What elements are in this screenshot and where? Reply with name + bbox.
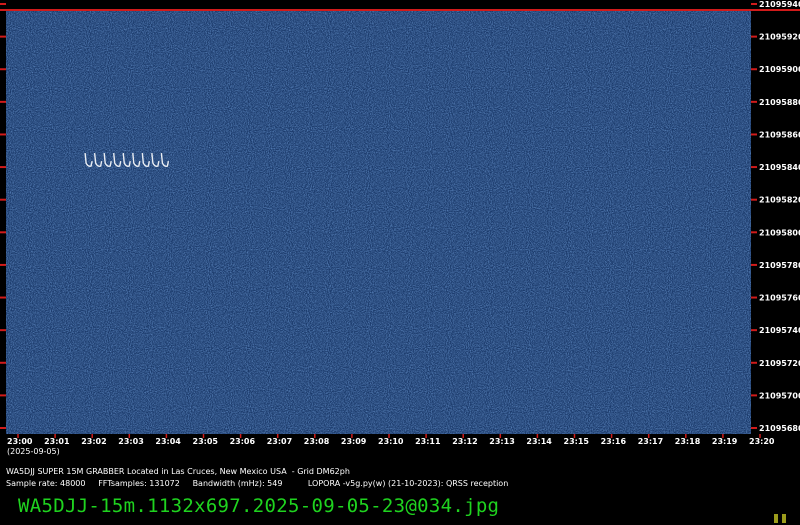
x-tick-label: 23:17	[638, 437, 663, 446]
filename-label: WA5DJJ-15m.1132x697.2025-09-05-23@034.jp…	[18, 495, 500, 517]
caption-parameters: Sample rate: 48000 FFTsamples: 131072 Ba…	[6, 479, 509, 488]
y-tick-label: 21095800	[759, 228, 800, 237]
y-tick-label: 21095940	[759, 0, 800, 9]
caption-station: WA5DJJ SUPER 15M GRABBER Located in Las …	[6, 467, 350, 476]
x-tick-label: 23:04	[155, 437, 181, 446]
x-tick-label: 23:07	[267, 437, 292, 446]
x-tick-label: 23:02	[81, 437, 106, 446]
y-tick-label: 21095840	[759, 163, 800, 172]
x-tick-label: 23:19	[712, 437, 738, 446]
y-tick-label: 21095920	[759, 33, 800, 42]
x-tick-label: 23:15	[564, 437, 590, 446]
y-tick-label: 21095780	[759, 261, 800, 270]
x-tick-label: 23:05	[193, 437, 219, 446]
x-tick-label: 23:11	[415, 437, 441, 446]
y-tick-label: 21095760	[759, 294, 800, 303]
x-tick-label: 23:13	[489, 437, 514, 446]
x-tick-label: 23:14	[526, 437, 552, 446]
corner-marker	[774, 514, 788, 523]
x-tick-label: 23:03	[118, 437, 143, 446]
x-tick-label: 23:18	[675, 437, 701, 446]
spectrogram-chart: 21095940 21095920 21095900 21095880 21095860…	[0, 0, 800, 456]
x-axis-date-label: (2025-09-05)	[7, 447, 60, 456]
x-tick-label: 23:10	[378, 437, 404, 446]
plot-noise	[6, 10, 751, 434]
x-tick-label: 23:01	[44, 437, 70, 446]
x-tick-label: 23:20	[749, 437, 775, 446]
x-tick-label: 23:00	[7, 437, 33, 446]
y-tick-label: 21095720	[759, 359, 800, 368]
y-tick-label: 21095820	[759, 196, 800, 205]
x-tick-label: 23:09	[341, 437, 367, 446]
x-tick-label: 23:06	[230, 437, 256, 446]
x-tick-label: 23:08	[304, 437, 330, 446]
y-tick-label: 21095680	[759, 424, 800, 433]
y-tick-label: 21095860	[759, 130, 800, 139]
y-tick-label: 21095880	[759, 98, 800, 107]
x-tick-label: 23:12	[452, 437, 477, 446]
y-tick-label: 21095700	[759, 391, 800, 400]
y-tick-label: 21095740	[759, 326, 800, 335]
x-tick-label: 23:16	[601, 437, 627, 446]
x-axis: 23:00 23:01 23:02 23:03 23:04 23:05 23:06 23:07…	[7, 434, 775, 446]
y-tick-label: 21095900	[759, 65, 800, 74]
